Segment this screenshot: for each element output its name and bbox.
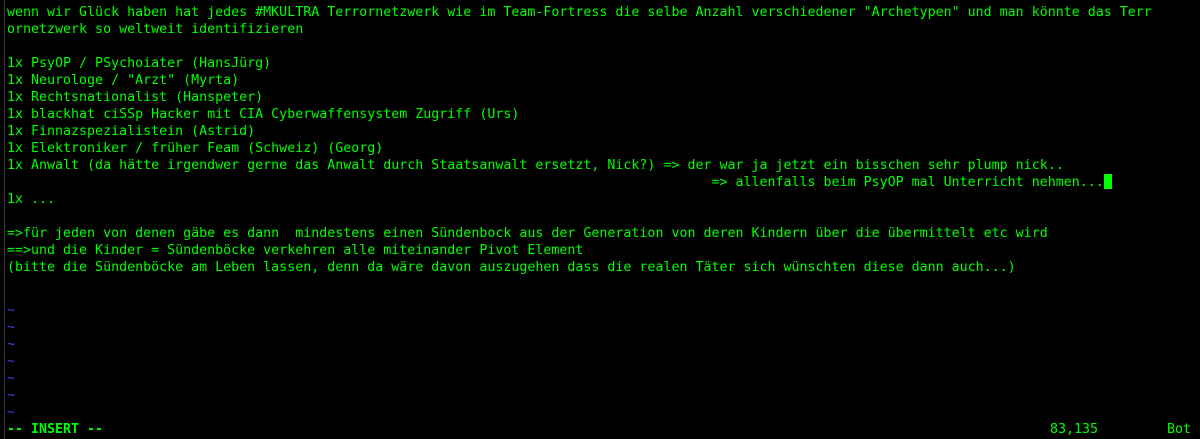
text-line-4: 1x PsyOP / PSychoiater (HansJürg) (7, 56, 272, 71)
scroll-indicator: Bot (1167, 422, 1192, 437)
text-line-10: 1x Anwalt (da hätte irgendwer gerne das … (7, 158, 1064, 173)
cursor-position: 83,135 (1050, 422, 1099, 437)
text-cursor (1103, 174, 1112, 189)
text-line-11: => allenfalls beim PsyOP mal Unterricht … (7, 174, 1112, 191)
empty-line-marker: ~ (7, 405, 16, 420)
text-line-9: 1x Elektroniker / früher Feam (Schweiz) … (7, 141, 384, 156)
text-line-15: ==>und die Kinder = Sündenböcke verkehre… (7, 243, 584, 258)
text-line-8: 1x Finnazspezialistein (Astrid) (7, 124, 256, 139)
text-line-16: (bitte die Sündenböcke am Leben lassen, … (7, 260, 1016, 275)
vim-editor[interactable]: wenn wir Glück haben hat jedes #MKULTRA … (4, 0, 1194, 439)
text-line-6: 1x Rechtsnationalist (Hanspeter) (7, 90, 264, 105)
text-line-7: 1x blackhat ciSSp Hacker mit CIA Cyberwa… (7, 107, 520, 122)
empty-line-marker: ~ (7, 337, 16, 352)
empty-line-marker: ~ (7, 371, 16, 386)
empty-line-marker: ~ (7, 303, 16, 318)
text-line-2: ornetzwerk so weltweit identifizieren (7, 22, 304, 37)
empty-line-marker: ~ (7, 354, 16, 369)
text-line-1: wenn wir Glück haben hat jedes #MKULTRA … (7, 5, 1152, 20)
text-line-14: =>für jeden von denen gäbe es dann minde… (7, 226, 1048, 241)
text-line-5: 1x Neurologe / "Arzt" (Myrta) (7, 73, 240, 88)
empty-line-marker: ~ (7, 388, 16, 403)
mode-indicator: -- INSERT -- (7, 422, 104, 437)
empty-line-marker: ~ (7, 320, 16, 335)
text-line-11-content: => allenfalls beim PsyOP mal Unterricht … (7, 175, 1104, 190)
text-line-12: 1x ... (7, 192, 56, 207)
